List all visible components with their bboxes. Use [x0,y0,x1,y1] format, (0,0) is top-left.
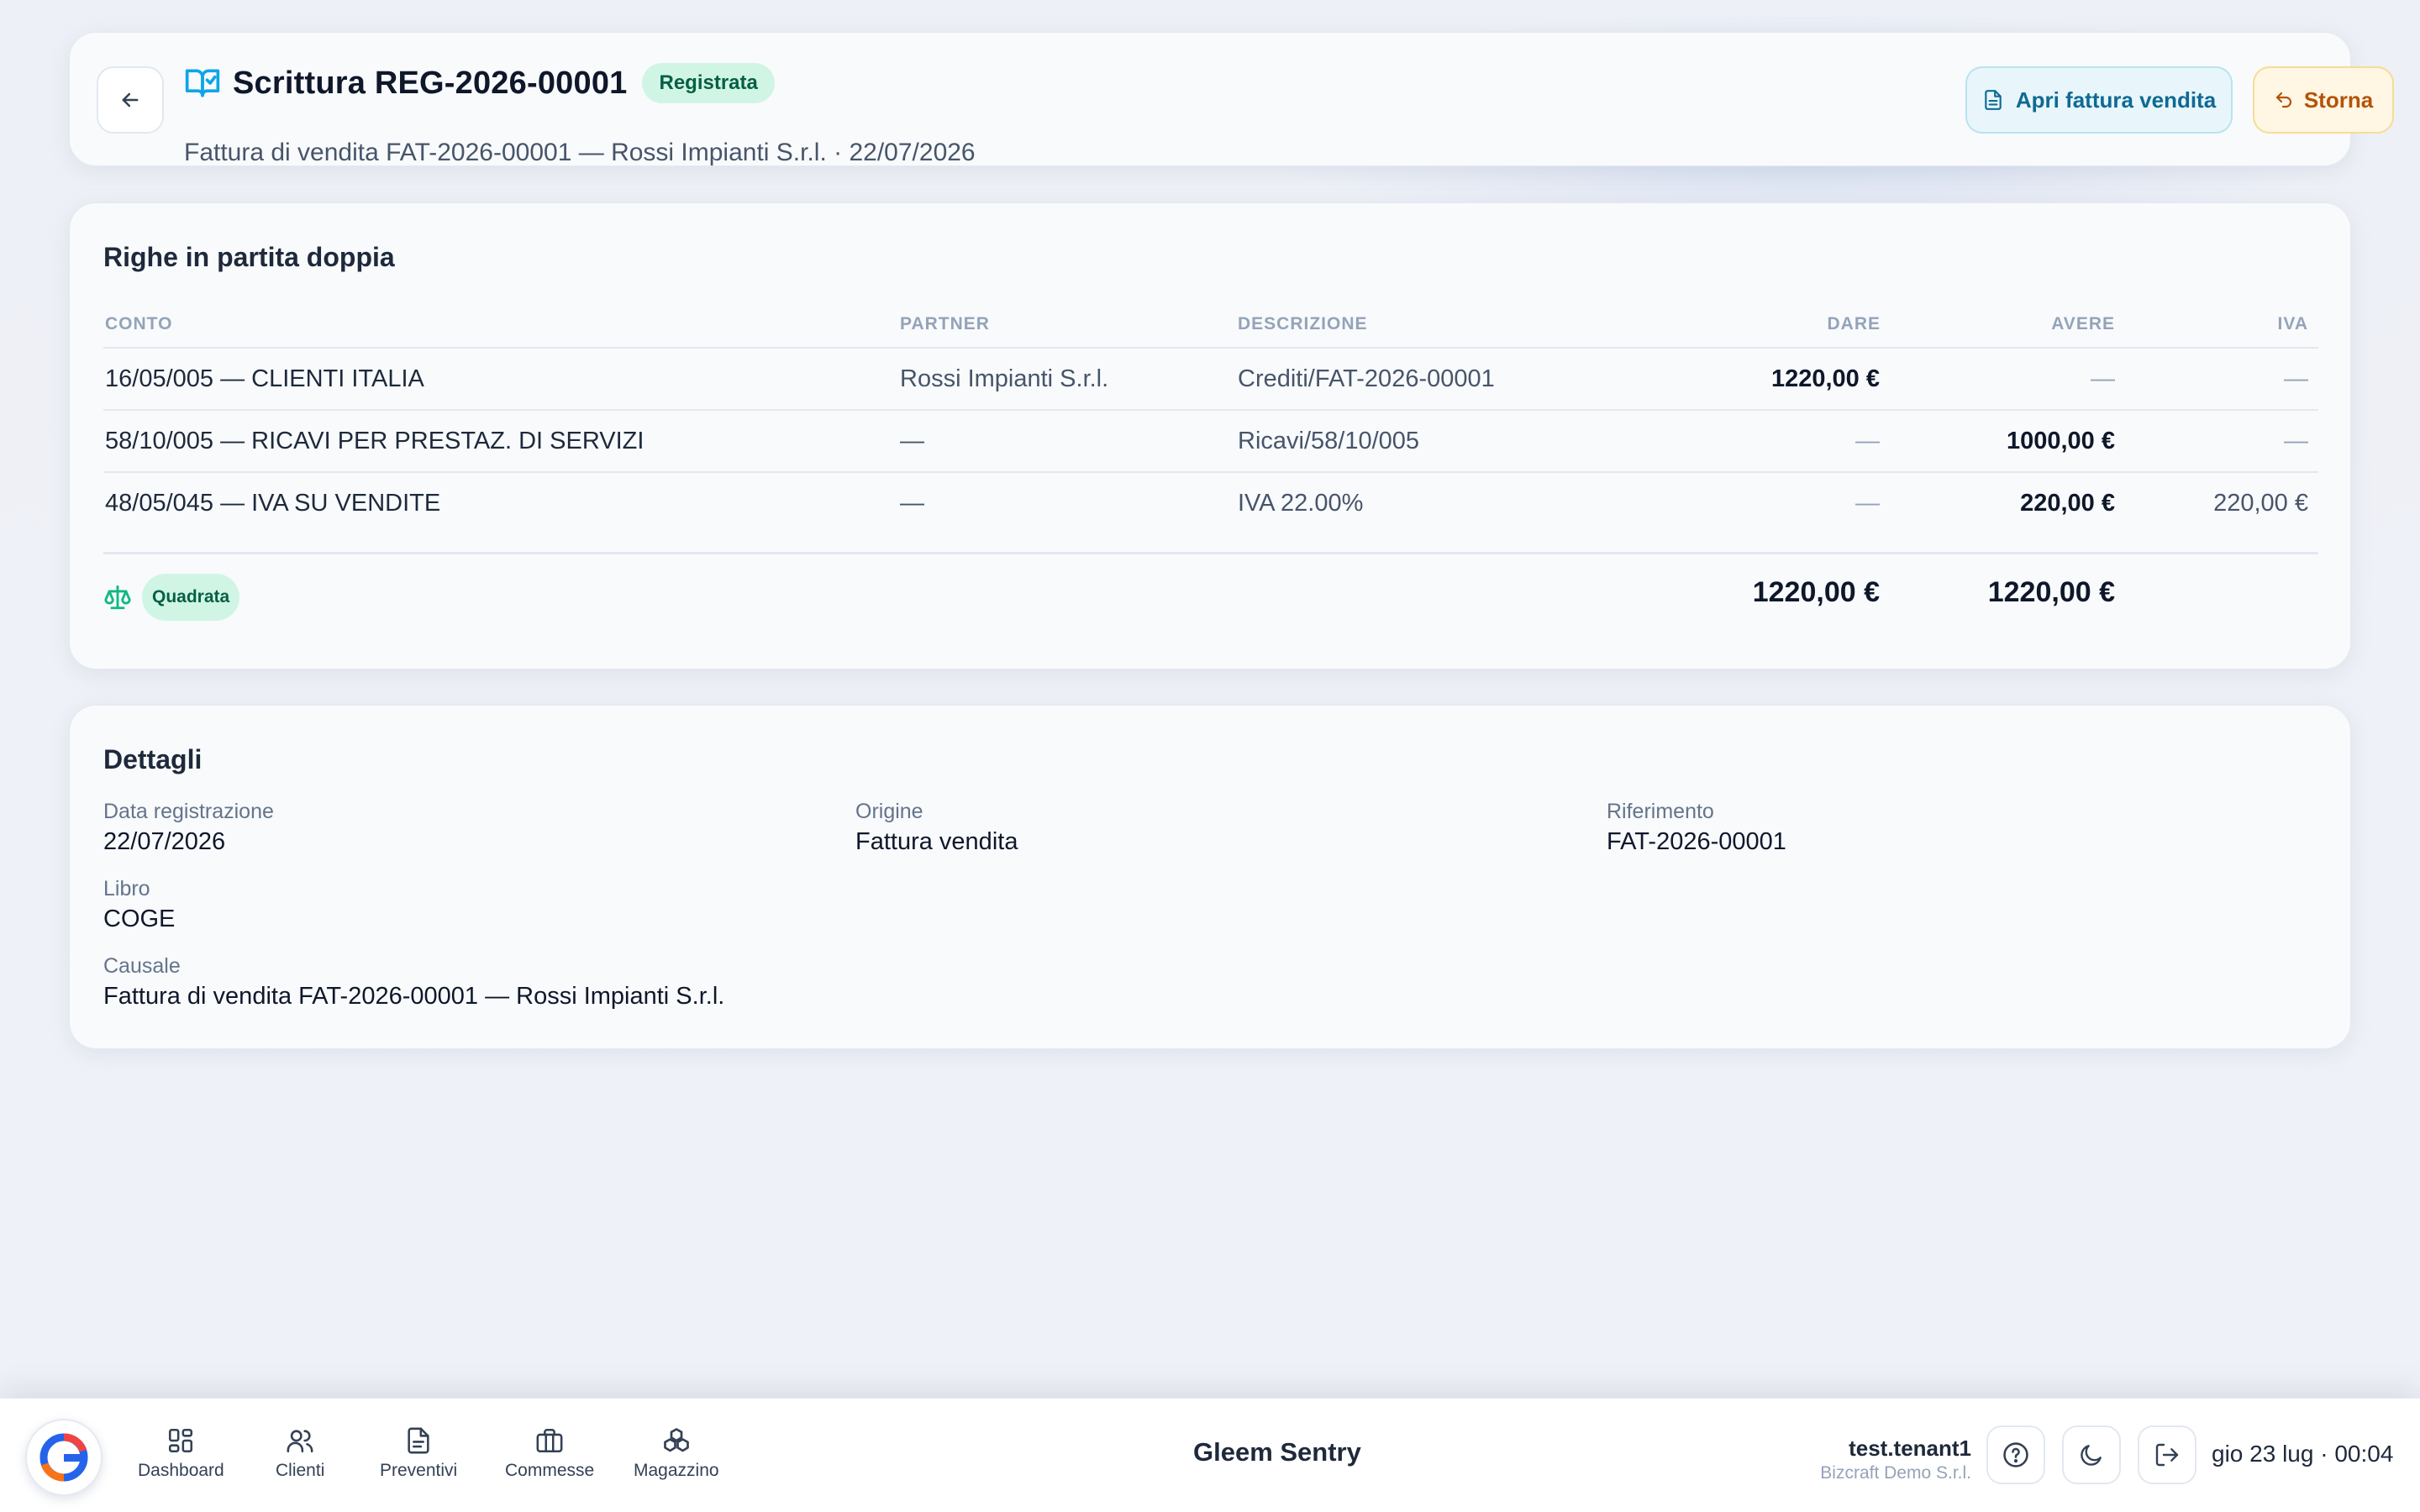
col-header-avere: AVERE [2051,314,2115,333]
g-logo-icon [39,1433,88,1482]
user-org: Bizcraft Demo S.r.l. [1820,1463,1971,1483]
storna-label: Storna [2303,87,2374,113]
status-badge: Registrata [642,63,775,103]
cell-dare: 1220,00 € [1770,365,1880,392]
nav-label: Clienti [276,1461,325,1480]
nav-label: Commesse [505,1461,595,1480]
file-icon [403,1425,434,1456]
arrow-left-icon [122,92,139,108]
cell-dare: — [1855,490,1880,517]
clock: gio 23 lug · 00:04 [2212,1441,2394,1467]
col-header-descrizione: DESCRIZIONE [1238,314,1368,333]
origine-value: Fattura vendita [855,828,1018,855]
libro-label: Libro [103,877,150,900]
nav-preventivi[interactable]: Preventivi [380,1425,457,1481]
riferimento-label: Riferimento [1607,800,1714,823]
moon-icon [2081,1445,2102,1466]
table-row[interactable]: 48/05/045 — IVA SU VENDITE — IVA 22.00% … [103,471,2318,533]
user-info[interactable]: test.tenant1 Bizcraft Demo S.r.l. [1820,1436,1971,1483]
help-button[interactable] [1986,1425,2045,1484]
cell-iva: — [2284,365,2308,392]
col-header-iva: IVA [2277,314,2308,333]
cell-conto: 48/05/045 — IVA SU VENDITE [105,490,441,517]
page-title: Scrittura REG-2026-00001 [233,65,628,101]
cell-partner: — [900,428,924,454]
data-registrazione-label: Data registrazione [103,800,274,823]
riferimento-value: FAT-2026-00001 [1607,828,1786,855]
col-header-dare: DARE [1827,314,1881,333]
nav-commesse[interactable]: Commesse [505,1425,594,1481]
brand-name: Gleem Sentry [1193,1437,1361,1467]
cell-conto: 16/05/005 — CLIENTI ITALIA [105,365,424,392]
table-row[interactable]: 58/10/005 — RICAVI PER PRESTAZ. DI SERVI… [103,409,2318,471]
cell-partner: Rossi Impianti S.r.l. [900,365,1109,392]
open-invoice-button[interactable]: Apri fattura vendita [1965,66,2233,134]
data-registrazione-value: 22/07/2026 [103,828,226,855]
entry-header-card: Scrittura REG-2026-00001 Registrata Fatt… [69,32,2394,166]
cell-partner: — [900,490,924,517]
details-card: Dettagli Data registrazione 22/07/2026 O… [69,705,2351,1049]
logout-button[interactable] [2138,1425,2196,1484]
balance-badge: Quadrata [142,574,240,621]
total-dare: 1220,00 € [1752,576,1880,608]
col-header-partner: PARTNER [900,314,990,333]
ledger-lines-card: Righe in partita doppia CONTO PARTNER DE… [69,202,2351,757]
section-title-lines: Righe in partita doppia [103,242,395,272]
logout-icon [2155,1443,2179,1467]
users-icon [285,1425,315,1456]
book-check-icon [184,65,221,102]
table-row[interactable]: 16/05/005 — CLIENTI ITALIA Rossi Impiant… [103,347,2318,409]
bottom-dock: Dashboard Clienti Preventivi Commesse Ma… [0,1398,2420,1512]
boxes-icon [661,1425,692,1456]
table-footer-divider [103,552,2318,554]
cell-conto: 58/10/005 — RICAVI PER PRESTAZ. DI SERVI… [105,428,644,454]
libro-value: COGE [103,906,176,932]
undo-icon [2275,92,2291,108]
causale-label: Causale [103,954,181,978]
page-subtitle: Fattura di vendita FAT-2026-00001 — Ross… [184,139,976,166]
nav-magazzino[interactable]: Magazzino [634,1425,719,1481]
cell-dare: — [1855,428,1880,454]
cell-iva: — [2284,428,2308,454]
nav-dashboard[interactable]: Dashboard [138,1425,224,1481]
causale-value: Fattura di vendita FAT-2026-00001 — Ross… [103,983,725,1010]
cell-descrizione: Crediti/FAT-2026-00001 [1238,365,1495,392]
storna-button[interactable]: Storna [2253,66,2394,134]
briefcase-icon [534,1425,565,1456]
nav-label: Preventivi [380,1461,458,1480]
cell-descrizione: IVA 22.00% [1238,490,1364,517]
origine-label: Origine [855,800,923,823]
cell-iva: 220,00 € [2213,490,2308,517]
section-title-details: Dettagli [103,744,203,774]
total-avere: 1220,00 € [1987,576,2115,608]
back-button[interactable] [97,66,164,134]
help-circle-icon [2003,1442,2028,1467]
app-logo[interactable] [25,1419,103,1496]
file-text-icon [1985,90,2002,110]
theme-toggle-button[interactable] [2062,1425,2121,1484]
nav-label: Magazzino [634,1461,719,1480]
nav-label: Dashboard [138,1461,224,1480]
open-invoice-label: Apri fattura vendita [2015,87,2217,113]
grid-icon [166,1425,196,1456]
nav-clienti[interactable]: Clienti [276,1425,324,1481]
scale-icon [103,583,132,612]
user-name: test.tenant1 [1849,1436,1971,1461]
cell-descrizione: Ricavi/58/10/005 [1238,428,1420,454]
col-header-conto: CONTO [105,314,173,333]
